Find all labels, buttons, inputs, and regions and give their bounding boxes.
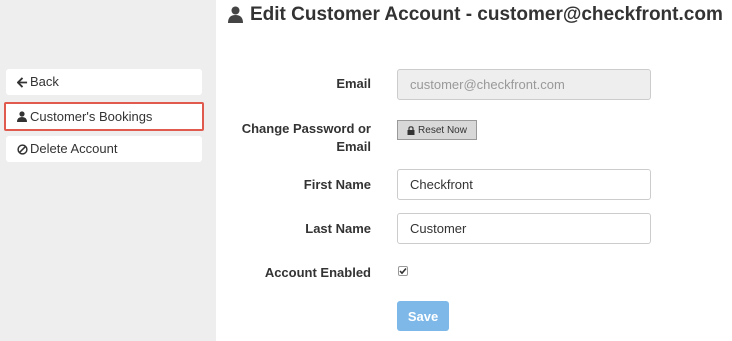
user-icon [16, 111, 28, 123]
sidebar-item-customers-bookings[interactable]: Customer's Bookings [4, 102, 204, 131]
sidebar: Back Customer's Bookings Delete Account [0, 0, 216, 341]
reset-now-label: Reset Now [418, 124, 467, 136]
sidebar-item-back[interactable]: Back [6, 69, 202, 95]
change-password-label: Change Password or Email [241, 121, 371, 154]
email-label: Email [336, 76, 371, 91]
reset-now-button[interactable]: Reset Now [397, 120, 477, 140]
last-name-label: Last Name [305, 221, 371, 236]
account-enabled-label: Account Enabled [264, 265, 371, 280]
page-title: Edit Customer Account - customer@checkfr… [228, 4, 723, 26]
page-title-text: Edit Customer Account - customer@checkfr… [250, 4, 723, 25]
sidebar-item-label: Customer's Bookings [30, 108, 153, 124]
account-enabled-checkbox[interactable] [398, 266, 408, 276]
check-icon [399, 267, 407, 275]
sidebar-item-label: Back [30, 74, 59, 89]
arrow-left-icon [16, 76, 28, 88]
sidebar-item-label: Delete Account [30, 141, 118, 156]
save-button[interactable]: Save [397, 301, 449, 331]
user-icon [228, 6, 244, 24]
main-content: Edit Customer Account - customer@checkfr… [216, 0, 732, 341]
first-name-field[interactable] [397, 169, 651, 200]
ban-icon [16, 143, 28, 155]
sidebar-item-delete-account[interactable]: Delete Account [6, 136, 202, 162]
last-name-field[interactable] [397, 213, 651, 244]
first-name-label: First Name [303, 177, 371, 192]
lock-icon [407, 125, 415, 135]
email-field[interactable] [397, 69, 651, 100]
